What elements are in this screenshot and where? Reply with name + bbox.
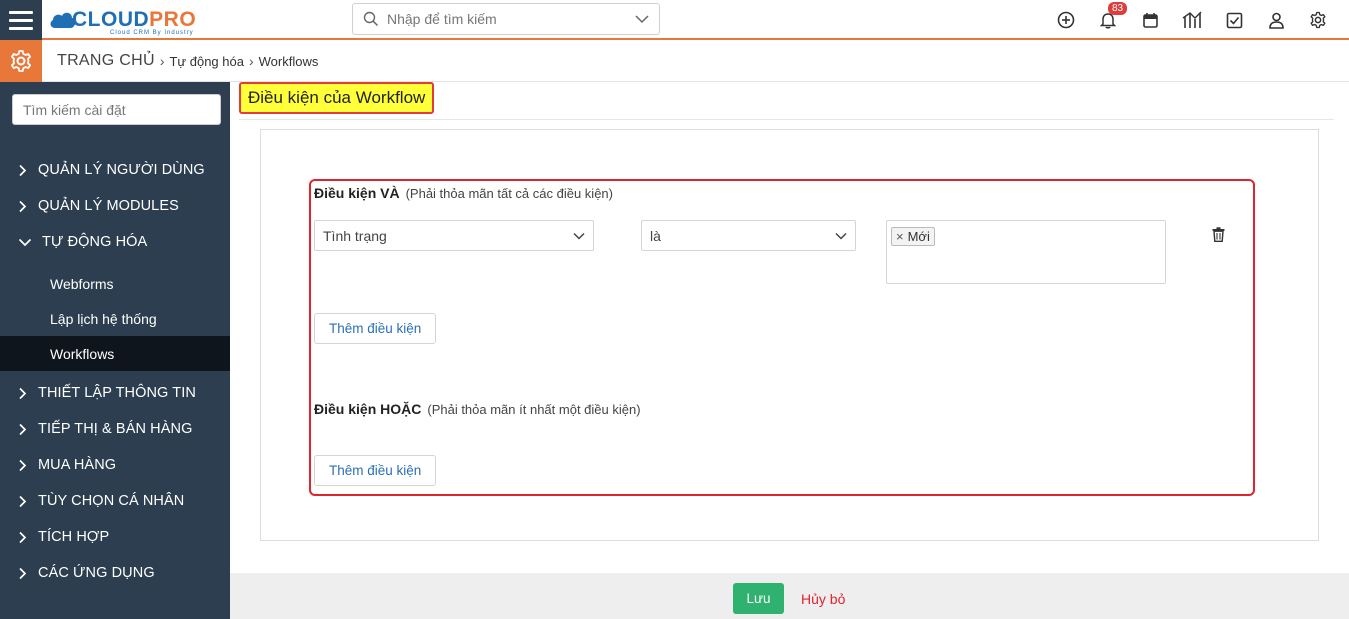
chevron-right-icon <box>18 495 32 508</box>
logo-text: CLOUDPRO <box>72 8 197 31</box>
and-conditions-title: Điều kiện VÀ (Phải thỏa mãn tất cả các đi… <box>314 185 613 201</box>
and-conditions-hint: (Phải thỏa mãn tất cả các điều kiện) <box>405 186 613 201</box>
remove-tag-icon[interactable]: × <box>896 229 904 244</box>
condition-value-multiselect[interactable]: × Mới <box>886 220 1166 284</box>
value-tag-label: Mới <box>907 229 930 244</box>
sidebar-item-module-management[interactable]: QUẢN LÝ MODULES <box>0 188 230 224</box>
cancel-link[interactable]: Hủy bỏ <box>801 583 845 614</box>
sub-bar: TRANG CHỦ › Tự động hóa › Workflows <box>0 40 1349 82</box>
sidebar-item-label: THIẾT LẬP THÔNG TIN <box>38 385 196 401</box>
chevron-right-icon: › <box>248 53 254 69</box>
condition-field-select[interactable]: Tình trạng <box>314 220 594 251</box>
sidebar-item-info-setup[interactable]: THIẾT LẬP THÔNG TIN <box>0 375 230 411</box>
sidebar-item-label: QUẢN LÝ MODULES <box>38 198 179 214</box>
sidebar-item-personal-options[interactable]: TÙY CHỌN CÁ NHÂN <box>0 483 230 519</box>
breadcrumb-workflows[interactable]: Workflows <box>259 54 319 69</box>
gear-icon <box>1310 11 1326 29</box>
main-content: Điều kiện của Workflow Điều kiện VÀ (Phải… <box>230 82 1349 619</box>
chevron-right-icon <box>18 567 32 580</box>
page-title: Điều kiện của Workflow <box>239 82 435 114</box>
sidebar-item-label: QUẢN LÝ NGƯỜI DÙNG <box>38 162 205 178</box>
chevron-right-icon: › <box>159 53 165 69</box>
hamburger-menu-icon[interactable] <box>0 0 42 40</box>
sidebar-subitem-scheduler[interactable]: Lập lịch hệ thống <box>0 301 230 336</box>
chevron-down-icon <box>18 238 35 247</box>
condition-field-value: Tình trạng <box>323 227 387 244</box>
sidebar-item-label: TÍCH HỢP <box>38 529 110 545</box>
settings-sidebar: QUẢN LÝ NGƯỜI DÙNG QUẢN LÝ MODULES TỰ ĐỘ… <box>0 82 230 619</box>
chevron-right-icon <box>18 164 32 177</box>
or-conditions-title: Điều kiện HOẶC (Phải thỏa mãn ít nhất một… <box>314 401 641 417</box>
sidebar-subitem-workflows[interactable]: Workflows <box>0 336 230 371</box>
gear-icon <box>11 50 31 72</box>
global-search-input[interactable] <box>387 11 635 27</box>
sidebar-item-label: CÁC ỨNG DỤNG <box>38 565 155 581</box>
or-conditions-hint: (Phải thỏa mãn ít nhất một điều kiện) <box>427 402 641 417</box>
profile-button[interactable] <box>1255 0 1297 40</box>
chevron-right-icon <box>18 459 32 472</box>
top-bar: CLOUDPRO Cloud CRM By Industry 83 <box>0 0 1349 40</box>
chevron-right-icon <box>18 423 32 436</box>
add-or-condition-button[interactable]: Thêm điều kiện <box>314 455 437 486</box>
or-conditions-label: Điều kiện HOẶC <box>314 401 422 417</box>
logo-subtitle: Cloud CRM By Industry <box>110 30 194 36</box>
breadcrumb: TRANG CHỦ › Tự động hóa › Workflows <box>57 40 318 82</box>
global-search[interactable] <box>352 3 660 35</box>
notifications-button[interactable]: 83 <box>1087 0 1129 40</box>
calendar-icon <box>1142 12 1158 28</box>
sidebar-subitem-label: Webforms <box>50 275 114 292</box>
breadcrumb-automation[interactable]: Tự động hóa <box>169 54 243 69</box>
condition-operator-select[interactable]: là <box>641 220 856 251</box>
and-conditions-label: Điều kiện VÀ <box>314 185 400 201</box>
chevron-right-icon <box>18 387 32 400</box>
top-icons: 83 <box>1045 0 1339 40</box>
sidebar-item-label: MUA HÀNG <box>38 457 117 473</box>
cloud-logo-icon <box>50 12 76 28</box>
plus-circle-icon <box>1057 11 1075 29</box>
sidebar-item-purchasing[interactable]: MUA HÀNG <box>0 447 230 483</box>
condition-operator-value: là <box>650 227 661 244</box>
chevron-down-icon[interactable] <box>635 14 649 24</box>
sidebar-item-automation[interactable]: TỰ ĐỘNG HÓA <box>0 224 230 260</box>
sidebar-item-label: TIẾP THỊ & BÁN HÀNG <box>38 421 193 437</box>
value-tag: × Mới <box>891 227 935 246</box>
checkbox-icon <box>1226 12 1242 28</box>
user-icon <box>1268 12 1284 29</box>
calendar-button[interactable] <box>1129 0 1171 40</box>
delete-condition-button[interactable] <box>1212 227 1225 247</box>
sidebar-subitem-webforms[interactable]: Webforms <box>0 266 230 301</box>
settings-gear-button[interactable] <box>0 40 42 82</box>
chevron-right-icon <box>18 200 32 213</box>
chevron-down-icon <box>835 232 847 240</box>
sidebar-subitem-label: Workflows <box>50 345 115 362</box>
sidebar-item-integration[interactable]: TÍCH HỢP <box>0 519 230 555</box>
tasks-button[interactable] <box>1213 0 1255 40</box>
chevron-right-icon <box>18 531 32 544</box>
form-footer: Lưu Hủy bỏ <box>230 573 1349 619</box>
notification-badge: 83 <box>1108 2 1128 15</box>
sidebar-item-marketing-sales[interactable]: TIẾP THỊ & BÁN HÀNG <box>0 411 230 447</box>
settings-button[interactable] <box>1297 0 1339 40</box>
logo[interactable]: CLOUDPRO Cloud CRM By Industry <box>48 3 196 37</box>
save-button[interactable]: Lưu <box>733 583 784 614</box>
chart-icon <box>1182 11 1202 28</box>
chevron-down-icon <box>573 232 585 240</box>
settings-search-input[interactable] <box>12 94 221 125</box>
reports-button[interactable] <box>1171 0 1213 40</box>
add-and-condition-button[interactable]: Thêm điều kiện <box>314 313 437 344</box>
sidebar-item-label: TÙY CHỌN CÁ NHÂN <box>38 493 185 509</box>
search-icon <box>363 11 379 27</box>
add-button[interactable] <box>1045 0 1087 40</box>
sidebar-item-apps[interactable]: CÁC ỨNG DỤNG <box>0 555 230 591</box>
sidebar-item-user-management[interactable]: QUẢN LÝ NGƯỜI DÙNG <box>0 152 230 188</box>
divider <box>239 119 1334 120</box>
sidebar-subitem-label: Lập lịch hệ thống <box>50 310 157 327</box>
trash-icon <box>1212 227 1225 242</box>
breadcrumb-home[interactable]: TRANG CHỦ <box>57 52 155 70</box>
sidebar-item-label: TỰ ĐỘNG HÓA <box>42 234 148 250</box>
